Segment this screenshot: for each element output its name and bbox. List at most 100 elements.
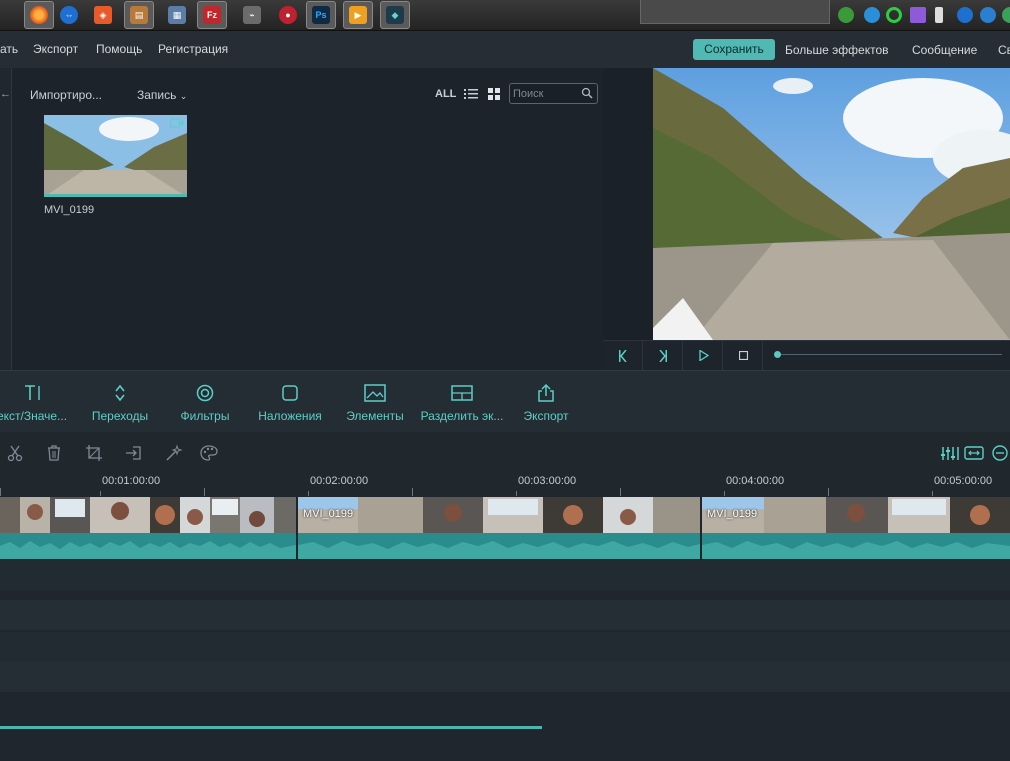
trash-icon[interactable] xyxy=(45,444,63,462)
grid-view-icon[interactable] xyxy=(488,88,500,100)
tool-elements-label: Элементы xyxy=(346,409,404,423)
ruler-tick xyxy=(516,491,517,496)
tray-teamviewer-icon[interactable] xyxy=(957,7,973,23)
media-library-panel: ← Импортиро... Запись ⌄ ALL MVI_01 xyxy=(0,68,603,370)
filmora-icon[interactable]: ◆ xyxy=(380,1,410,29)
menu-item-register[interactable]: Регистрация xyxy=(158,42,228,56)
window-thumbnail xyxy=(640,0,830,24)
timeline-clip[interactable]: MVI_0199 xyxy=(702,497,1010,559)
tool-elements[interactable]: Элементы xyxy=(325,371,425,433)
clip-frames xyxy=(298,497,700,533)
record-label: Запись xyxy=(137,88,177,102)
export-icon xyxy=(538,383,554,402)
record-dropdown[interactable]: Запись ⌄ xyxy=(137,88,187,102)
stop-button[interactable] xyxy=(723,341,763,370)
shield-app-icon[interactable]: ◈ xyxy=(91,3,115,27)
search-box[interactable] xyxy=(509,83,598,104)
skip-back-button[interactable] xyxy=(603,341,643,370)
red-app-icon[interactable]: ● xyxy=(276,3,300,27)
chevron-down-icon: ⌄ xyxy=(179,91,188,101)
magic-wand-icon[interactable] xyxy=(165,444,183,462)
ruler-tick xyxy=(204,488,205,496)
ruler-tick xyxy=(100,491,101,496)
audio-waveform xyxy=(702,533,1010,559)
timeline-clip-name: MVI_0199 xyxy=(303,508,354,520)
ruler-tick xyxy=(308,491,309,496)
teamviewer-icon[interactable]: ⇔ xyxy=(57,3,81,27)
media-player-icon[interactable]: ▶ xyxy=(343,1,373,29)
ruler-label: 00:01:00:00 xyxy=(102,475,161,487)
media-clip-thumbnail[interactable] xyxy=(44,115,187,197)
ruler-tick xyxy=(412,488,413,496)
ruler-label: 00:04:00:00 xyxy=(726,475,785,487)
filter-all[interactable]: ALL xyxy=(435,88,456,100)
menu-item-edit[interactable]: ать xyxy=(0,42,18,56)
more-effects-link[interactable]: Больше эффектов xyxy=(785,43,889,57)
audio-waveform xyxy=(0,533,296,559)
zoom-out-icon[interactable] xyxy=(991,444,1009,462)
ruler-tick xyxy=(932,491,933,496)
fit-timeline-icon[interactable] xyxy=(964,444,984,462)
audio-waveform xyxy=(298,533,700,559)
tool-export-label: Экспорт xyxy=(523,409,569,423)
elements-icon xyxy=(364,384,386,402)
files-app-icon[interactable]: ▦ xyxy=(165,3,189,27)
empty-track xyxy=(0,600,1010,630)
timeline-clip[interactable]: MVI_0199 xyxy=(298,497,700,559)
tray-shield-icon[interactable] xyxy=(864,7,880,23)
play-button[interactable] xyxy=(683,341,723,370)
import-tab[interactable]: Импортиро... xyxy=(30,88,102,102)
timeline-horizontal-scrollbar[interactable] xyxy=(0,726,542,729)
ruler-label: 00:05:00:00 xyxy=(934,475,993,487)
photoshop-icon[interactable]: Ps xyxy=(306,1,336,29)
ruler-tick xyxy=(620,488,621,496)
timeline-toolbar xyxy=(0,432,1010,472)
effects-toolbar: екст/Значе... Переходы Фильтры Наложения… xyxy=(0,370,1010,432)
ruler-tick xyxy=(724,491,725,496)
video-camera-icon xyxy=(170,118,184,128)
cut-icon[interactable] xyxy=(6,444,24,462)
timeline-ruler[interactable]: 00:01:00:00 00:02:00:00 00:03:00:00 00:0… xyxy=(0,472,1010,496)
clip-name: MVI_0199 xyxy=(44,204,95,216)
tray-usb-icon[interactable] xyxy=(935,7,943,23)
tray-24-icon[interactable] xyxy=(980,7,996,23)
save-button[interactable]: Сохранить xyxy=(693,39,775,60)
video-preview xyxy=(653,68,1010,340)
empty-track xyxy=(0,560,1010,590)
network-tool-icon[interactable]: ⌁ xyxy=(240,3,264,27)
skip-forward-button[interactable] xyxy=(643,341,683,370)
clip-frames xyxy=(0,497,296,533)
stop-icon xyxy=(739,351,748,360)
color-palette-icon[interactable] xyxy=(200,444,218,462)
tray-network-icon[interactable] xyxy=(838,7,854,23)
menu-item-export[interactable]: Экспорт xyxy=(33,42,78,56)
freeze-frame-icon[interactable] xyxy=(125,444,143,462)
firefox-icon[interactable] xyxy=(24,1,54,29)
tool-export[interactable]: Экспорт xyxy=(496,371,596,433)
audio-mixer-icon[interactable] xyxy=(940,444,960,462)
tray-app-icon[interactable] xyxy=(1002,7,1010,23)
transitions-icon xyxy=(115,384,125,402)
text-icon xyxy=(25,385,40,400)
filezilla-icon[interactable]: Fz xyxy=(197,1,227,29)
preview-scrubber-track[interactable] xyxy=(777,354,1002,355)
ruler-tick xyxy=(828,488,829,496)
timeline-clip-name: MVI_0199 xyxy=(707,508,758,520)
preview-scrubber-handle[interactable] xyxy=(774,351,781,358)
list-view-icon[interactable] xyxy=(464,88,478,100)
truncated-menu-link[interactable]: Св xyxy=(998,43,1010,57)
crop-icon[interactable] xyxy=(85,444,103,462)
ruler-tick xyxy=(0,488,1,496)
collapse-arrow-icon[interactable]: ← xyxy=(0,88,11,100)
menu-item-help[interactable]: Помощь xyxy=(96,42,142,56)
windows-taskbar: ⇔ ◈ ▤ ▦ Fz ⌁ ● Ps ▶ ◆ xyxy=(0,0,1010,31)
search-icon[interactable] xyxy=(581,87,593,99)
message-link[interactable]: Сообщение xyxy=(912,43,977,57)
tray-circle-icon[interactable] xyxy=(886,7,902,23)
search-input[interactable] xyxy=(513,86,581,101)
tray-feather-icon[interactable] xyxy=(910,7,926,23)
playback-controls xyxy=(603,340,1010,370)
empty-track xyxy=(0,632,1010,662)
timeline-clip[interactable] xyxy=(0,497,296,559)
presentation-app-icon[interactable]: ▤ xyxy=(124,1,154,29)
